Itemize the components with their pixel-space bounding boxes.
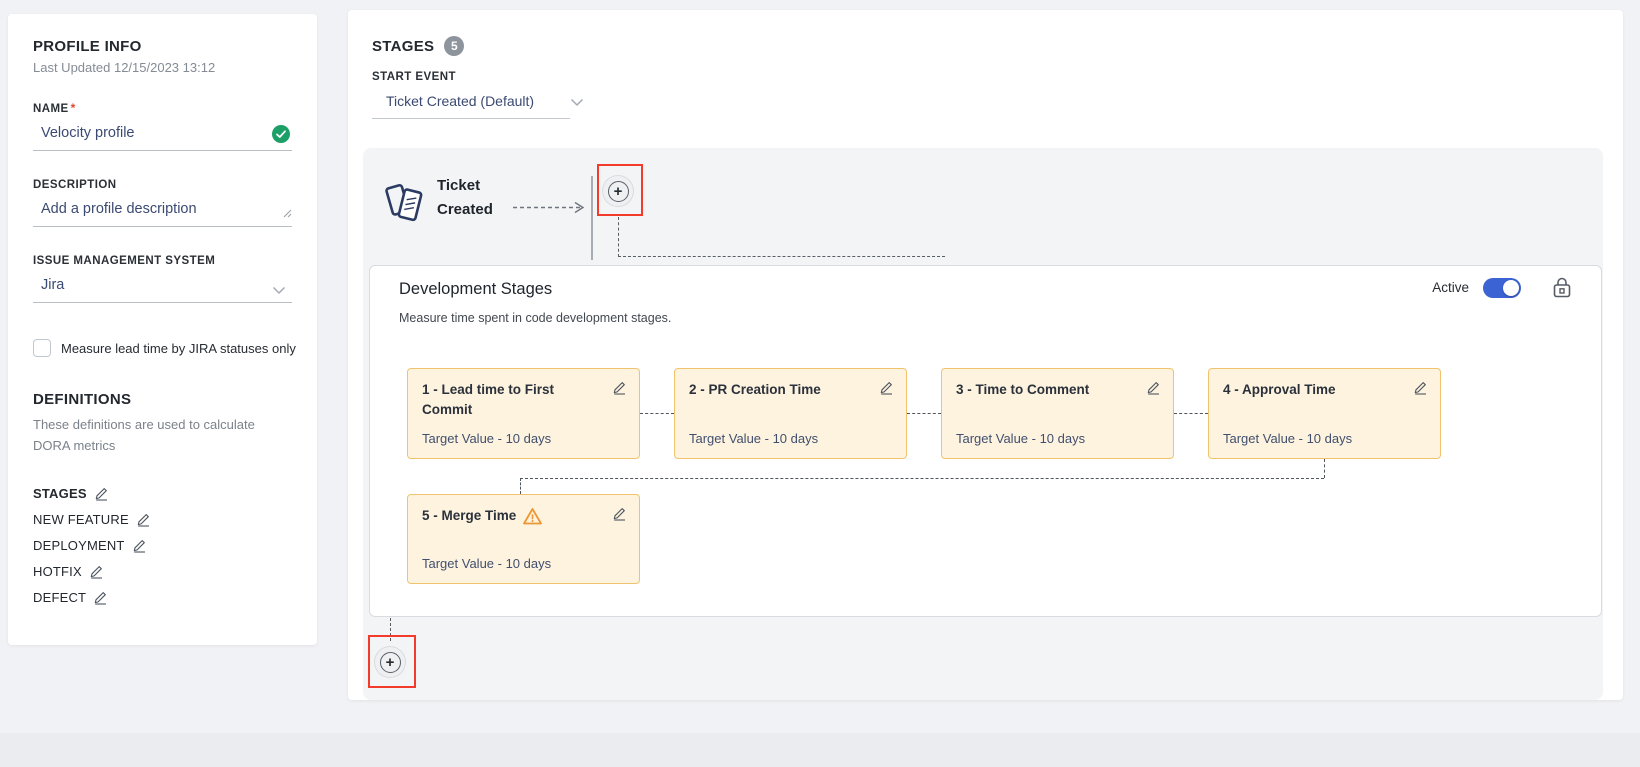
profile-info-title: PROFILE INFO [33, 38, 292, 55]
issue-management-value: Jira [41, 277, 266, 293]
chevron-down-icon [272, 282, 286, 300]
stage-title: 3 - Time to Comment [956, 380, 1089, 400]
stage-card[interactable]: 3 - Time to Comment Target Value - 10 da… [941, 368, 1174, 459]
stage-card[interactable]: 1 - Lead time to First Commit Target Val… [407, 368, 640, 459]
highlight-rect-bottom [368, 635, 416, 688]
edit-pencil-icon[interactable] [136, 512, 151, 527]
stages-flow-canvas: Ticket Created + Development Stages Meas… [363, 148, 1603, 700]
edit-pencil-icon[interactable] [879, 380, 894, 395]
definitions-title: DEFINITIONS [33, 391, 292, 408]
resize-handle-icon[interactable] [282, 205, 292, 223]
stages-title: STAGES [372, 38, 434, 55]
stages-count-badge: 5 [444, 36, 464, 56]
stage-title: 5 - Merge Time [422, 506, 516, 526]
required-asterisk: * [71, 101, 76, 115]
last-updated-label: Last Updated [33, 60, 110, 75]
stage-card[interactable]: 5 - Merge Time Target Value - 10 days [407, 494, 640, 584]
issue-management-label: ISSUE MANAGEMENT SYSTEM [33, 255, 292, 267]
edit-pencil-icon[interactable] [132, 538, 147, 553]
stage-title: 2 - PR Creation Time [689, 380, 821, 400]
definitions-list: STAGES NEW FEATURE DEPLOYMENT HOTFIX DEF… [33, 480, 292, 610]
stages-panel: STAGES 5 START EVENT Ticket Created (Def… [348, 10, 1623, 700]
development-stages-card: Development Stages Measure time spent in… [369, 265, 1602, 617]
edit-pencil-icon[interactable] [94, 486, 109, 501]
lock-icon[interactable] [1553, 277, 1571, 298]
checkbox-unchecked-icon[interactable] [33, 339, 51, 357]
dashed-arrow-icon [513, 201, 591, 219]
highlight-rect-top [597, 164, 643, 216]
edit-pencil-icon[interactable] [1413, 380, 1428, 395]
description-field[interactable]: Add a profile description [33, 197, 292, 227]
stage-connector [907, 413, 941, 414]
stage-card[interactable]: 2 - PR Creation Time Target Value - 10 d… [674, 368, 907, 459]
start-event-label: START EVENT [372, 71, 1623, 83]
stage-target-value: Target Value - 10 days [422, 556, 627, 571]
active-label: Active [1432, 280, 1469, 295]
definition-label: NEW FEATURE [33, 512, 129, 527]
name-input[interactable]: Velocity profile [41, 125, 266, 141]
name-field[interactable]: Velocity profile [33, 121, 292, 151]
stage-target-value: Target Value - 10 days [422, 431, 627, 446]
lead-time-checkbox-label: Measure lead time by JIRA statuses only [61, 339, 296, 356]
definition-item: STAGES [33, 480, 292, 506]
edit-pencil-icon[interactable] [93, 590, 108, 605]
insert-indicator-bar [591, 176, 593, 260]
stage-card[interactable]: 4 - Approval Time Target Value - 10 days [1208, 368, 1441, 459]
start-event-value: Ticket Created (Default) [386, 93, 546, 109]
definitions-subtitle: These definitions are used to calculate … [33, 414, 285, 456]
stage-connector [640, 413, 674, 414]
definition-item: HOTFIX [33, 558, 292, 584]
tickets-icon [383, 180, 429, 235]
definition-item: NEW FEATURE [33, 506, 292, 532]
stage-title: 4 - Approval Time [1223, 380, 1336, 400]
stage-connector [1174, 413, 1208, 414]
warning-icon [522, 507, 543, 526]
definition-label: DEPLOYMENT [33, 538, 125, 553]
toggle-knob [1503, 280, 1519, 296]
stage-title: 1 - Lead time to First Commit [422, 380, 572, 420]
stage-target-value: Target Value - 10 days [956, 431, 1161, 446]
name-label: NAME* [33, 101, 292, 115]
edit-pencil-icon[interactable] [1146, 380, 1161, 395]
stage-connector-wrap [1324, 459, 1325, 478]
last-updated-value: 12/15/2023 13:12 [114, 60, 215, 75]
start-event-select[interactable]: Ticket Created (Default) [372, 87, 570, 119]
description-textarea[interactable]: Add a profile description [41, 201, 266, 217]
stage-target-value: Target Value - 10 days [1223, 431, 1428, 446]
last-updated: Last Updated 12/15/2023 13:12 [33, 60, 292, 75]
stage-target-value: Target Value - 10 days [689, 431, 894, 446]
definition-item: DEPLOYMENT [33, 532, 292, 558]
chevron-down-icon [570, 94, 584, 112]
profile-info-panel: PROFILE INFO Last Updated 12/15/2023 13:… [8, 14, 317, 645]
definition-label: DEFECT [33, 590, 86, 605]
definition-label: STAGES [33, 486, 87, 501]
lead-time-checkbox-row[interactable]: Measure lead time by JIRA statuses only [33, 339, 292, 357]
page-footer-band [0, 733, 1640, 767]
group-title: Development Stages [399, 280, 552, 299]
stage-connector-wrap [520, 478, 521, 494]
edit-pencil-icon[interactable] [89, 564, 104, 579]
connector-elbow [618, 217, 945, 257]
description-label: DESCRIPTION [33, 179, 292, 191]
issue-management-select[interactable]: Jira [33, 273, 292, 303]
group-subtitle: Measure time spent in code development s… [399, 311, 671, 325]
stage-connector-wrap [520, 478, 1324, 479]
edit-pencil-icon[interactable] [612, 506, 627, 521]
edit-pencil-icon[interactable] [612, 380, 627, 395]
definition-label: HOTFIX [33, 564, 82, 579]
active-toggle[interactable] [1483, 278, 1521, 298]
definition-item: DEFECT [33, 584, 292, 610]
check-circle-icon [272, 125, 290, 143]
